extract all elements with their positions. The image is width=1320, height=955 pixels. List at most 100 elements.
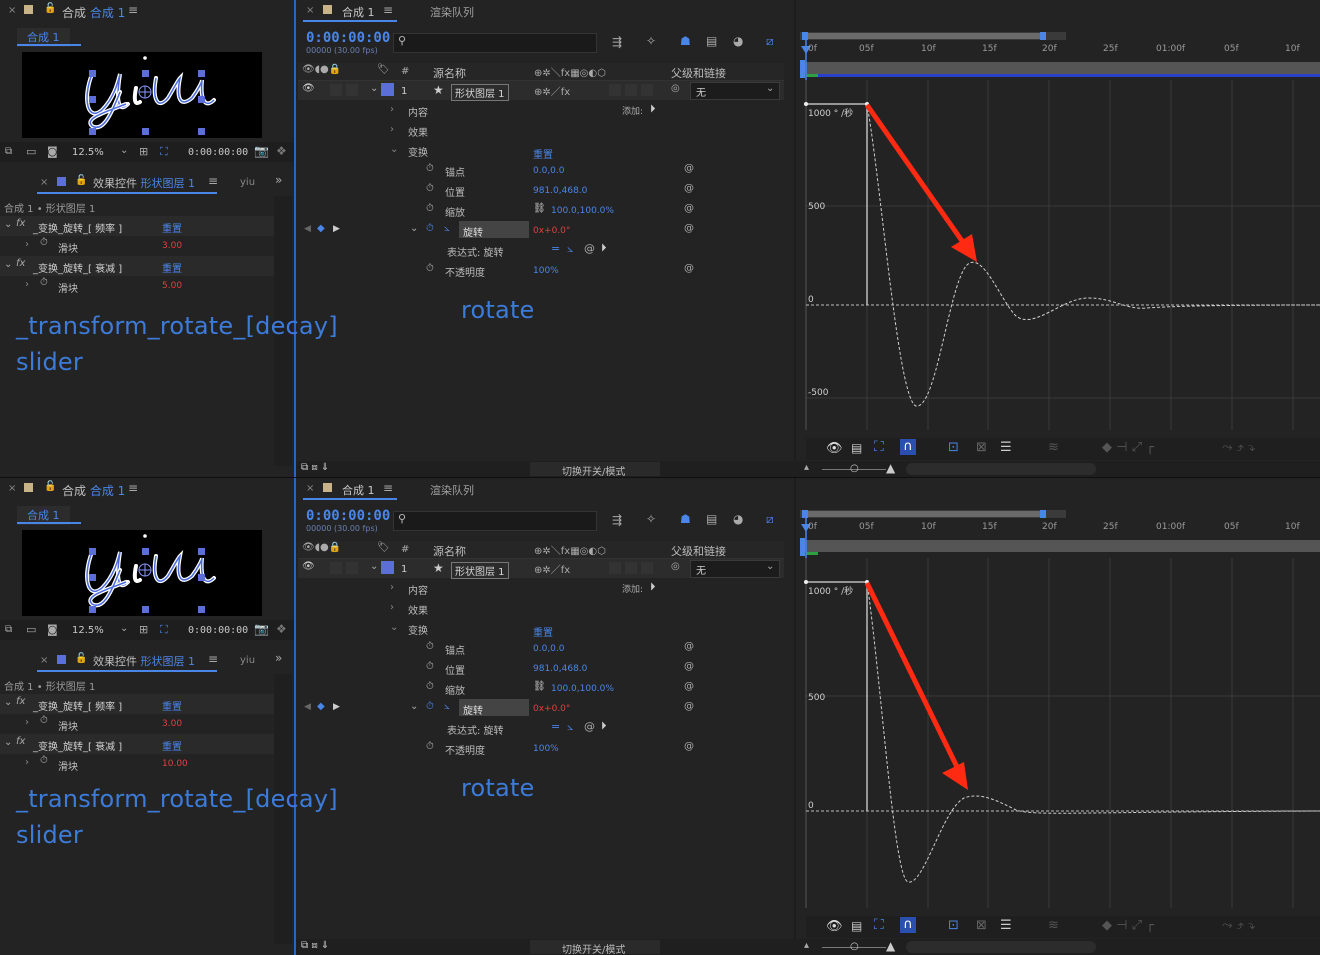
spiral-icon[interactable]: @: [684, 661, 694, 672]
work-area-range[interactable]: [806, 33, 1042, 39]
stopwatch-icon[interactable]: ⏱: [426, 741, 434, 752]
fx2-slider-value[interactable]: 5.00: [162, 281, 182, 291]
time-ruler[interactable]: 0f 05f 10f 15f 20f 25f 01:00f 05f 10f: [800, 44, 1320, 62]
chevron-down-icon[interactable]: ⌄: [4, 737, 12, 748]
layer-name[interactable]: 形状图层 1: [451, 84, 509, 101]
expression-graph-icon[interactable]: ⦣: [567, 242, 573, 256]
snap-icon[interactable]: ∩: [900, 439, 916, 455]
content-group[interactable]: 内容: [408, 582, 428, 597]
chevron-right-icon[interactable]: ›: [390, 104, 394, 115]
zoom-slider-handle[interactable]: ○: [850, 463, 859, 474]
shy-icon[interactable]: ☗: [680, 512, 691, 526]
close-icon[interactable]: ×: [306, 5, 314, 16]
fit-all-icon[interactable]: ⊠: [976, 440, 987, 455]
spiral-icon[interactable]: @: [684, 741, 694, 752]
expression-enable-icon[interactable]: =: [551, 242, 560, 255]
easy-ease-icon[interactable]: ⤳ ⤴ ⤵: [1222, 918, 1255, 933]
work-area-start[interactable]: [802, 32, 808, 40]
prev-keyframe-icon[interactable]: ◀: [304, 702, 311, 712]
opacity-value[interactable]: 100%: [533, 266, 559, 276]
motion-blur-icon[interactable]: ◕: [733, 34, 743, 48]
opacity-value[interactable]: 100%: [533, 744, 559, 754]
expression-graph-icon[interactable]: ⦣: [567, 720, 573, 734]
menu-icon[interactable]: ≡: [128, 3, 138, 17]
audio-toggle[interactable]: [330, 84, 342, 96]
chevron-down-icon[interactable]: ⌄: [4, 259, 12, 270]
color-icon[interactable]: ❖: [276, 144, 287, 158]
timeline-tab-render[interactable]: 渲染队列: [430, 482, 474, 498]
chevron-down-icon[interactable]: ⌄: [410, 701, 418, 712]
keyframe-tools-icon[interactable]: ◆ ⊣ ⤢ ┌: [1102, 440, 1154, 455]
spiral-icon[interactable]: @: [684, 641, 694, 652]
menu-icon[interactable]: ≡: [383, 3, 393, 17]
pickwhip-icon[interactable]: ◎: [671, 561, 680, 572]
play-circle-icon[interactable]: ⏵: [601, 241, 607, 255]
zoom-select[interactable]: 12.5%: [72, 147, 104, 158]
chevron-right-icon[interactable]: ›: [25, 717, 29, 728]
timeline-timecode[interactable]: 0:00:00:00: [306, 508, 390, 524]
snap-icon[interactable]: ∩: [900, 917, 916, 933]
stopwatch-icon[interactable]: ⏱: [426, 681, 434, 692]
motion-blur-icon[interactable]: ◕: [733, 512, 743, 526]
audio-toggle[interactable]: [330, 562, 342, 574]
display-icon[interactable]: ⧉: [5, 624, 12, 635]
display-icon[interactable]: ⧉: [5, 146, 12, 157]
spiral-icon[interactable]: @: [684, 183, 694, 194]
solo-toggle[interactable]: [346, 562, 358, 574]
play-circle-icon[interactable]: ⏵: [650, 102, 656, 116]
region-icon[interactable]: ⊞: [139, 145, 148, 158]
transform-box-icon[interactable]: ⛶: [874, 917, 884, 933]
comp-timecode[interactable]: 0:00:00:00: [188, 625, 248, 636]
scale-value[interactable]: 100.0,100.0%: [551, 206, 614, 216]
stopwatch-icon[interactable]: ⏱: [40, 755, 48, 766]
velocity-curve[interactable]: [866, 581, 1320, 883]
timeline-timecode[interactable]: 0:00:00:00: [306, 30, 390, 46]
graph-toggle-icon[interactable]: ⦣: [444, 223, 450, 234]
work-area-range[interactable]: [806, 511, 1042, 517]
timeline-tab-render[interactable]: 渲染队列: [430, 4, 474, 20]
chevron-right-icon[interactable]: ›: [390, 582, 394, 593]
switch-box[interactable]: [641, 562, 653, 574]
zoom-in-icon[interactable]: ▲: [886, 939, 895, 953]
chevron-right-icon[interactable]: ›: [25, 757, 29, 768]
graph-svg[interactable]: 1000 ° /秒 500 0: [796, 518, 1320, 938]
layer-label-color[interactable]: [381, 83, 394, 96]
content-group[interactable]: 内容: [408, 104, 428, 119]
expression-enable-icon[interactable]: =: [551, 720, 560, 733]
layer-name[interactable]: 形状图层 1: [451, 562, 509, 579]
zoom-select[interactable]: 12.5%: [72, 625, 104, 636]
eye-icon[interactable]: 👁: [302, 561, 315, 572]
flow-icon[interactable]: ⇶: [612, 513, 622, 527]
keyframe-icon[interactable]: ◆: [317, 223, 325, 234]
chevron-down-icon[interactable]: ⌄: [4, 697, 12, 708]
switch-box[interactable]: [625, 562, 637, 574]
horizontal-scrollbar[interactable]: [906, 941, 1096, 953]
lock-icon[interactable]: 🔓: [75, 653, 87, 664]
edit-icon[interactable]: ≋: [1048, 918, 1059, 933]
fx1-reset[interactable]: 重置: [162, 220, 182, 235]
fx2-reset[interactable]: 重置: [162, 738, 182, 753]
fx-icon[interactable]: fx: [16, 218, 25, 229]
frame-blend-icon[interactable]: ▤: [706, 34, 717, 48]
menu-icon[interactable]: ≡: [208, 652, 218, 666]
separate-dims-icon[interactable]: ☰: [1000, 440, 1012, 455]
stopwatch-icon[interactable]: ⏱: [40, 237, 48, 248]
label-icon[interactable]: 🏷: [377, 64, 390, 75]
label-icon[interactable]: 🏷: [377, 542, 390, 553]
more-tabs-icon[interactable]: »: [275, 173, 282, 187]
close-icon[interactable]: ×: [40, 655, 48, 666]
play-circle-icon[interactable]: ⏵: [650, 580, 656, 594]
scale-value[interactable]: 100.0,100.0%: [551, 684, 614, 694]
comp-flow-icons[interactable]: ⧉ ⧈ ⇓: [301, 940, 329, 951]
transform-reset[interactable]: 重置: [533, 624, 553, 639]
frame-blend-icon[interactable]: ▤: [706, 512, 717, 526]
chevron-down-icon[interactable]: ⌄: [370, 83, 378, 94]
close-icon[interactable]: ×: [306, 483, 314, 494]
velocity-curve[interactable]: [866, 103, 1320, 407]
prev-keyframe-icon[interactable]: ◀: [304, 224, 311, 234]
fx-icon[interactable]: fx: [16, 696, 25, 707]
rotation-value[interactable]: 0x+0.0°: [533, 704, 570, 714]
keyframe-icon[interactable]: ◆: [317, 701, 325, 712]
stopwatch-icon[interactable]: ⏱: [426, 263, 434, 274]
rotation-value[interactable]: 0x+0.0°: [533, 226, 570, 236]
